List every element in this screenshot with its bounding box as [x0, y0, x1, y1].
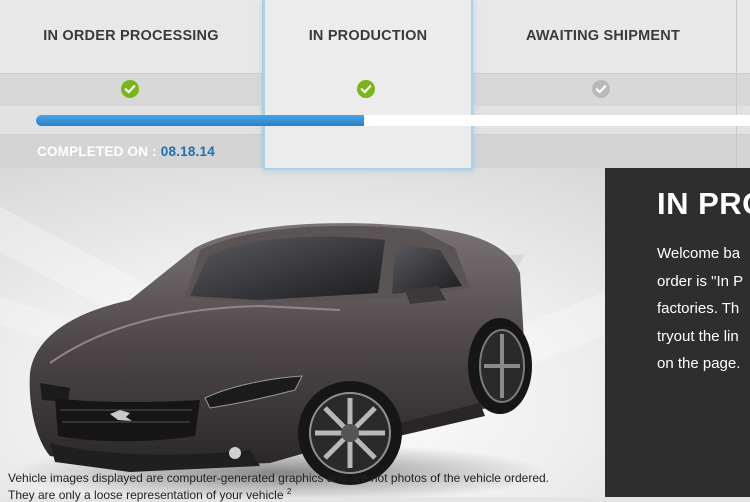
step-next-partial: [737, 0, 750, 168]
order-status-tracker: IN ORDER PROCESSING IN PRODUCTION AWAITI…: [0, 0, 750, 170]
step-label: IN ORDER PROCESSING: [43, 28, 219, 44]
vehicle-image-disclaimer: Vehicle images displayed are computer-ge…: [8, 471, 608, 502]
vehicle-image: [10, 223, 550, 497]
progress-bar-fill: [36, 115, 364, 126]
check-circle-gray-icon: [592, 80, 610, 98]
panel-line: on the page.: [657, 355, 741, 372]
completed-on: COMPLETED ON : 08.18.14: [37, 144, 215, 159]
panel-line: Welcome ba: [657, 245, 741, 262]
check-circle-icon: [357, 80, 375, 98]
check-circle-icon: [121, 80, 139, 98]
completed-date: 08.18.14: [160, 144, 215, 159]
panel-description: Welcome ba order is "In P factories. Th …: [657, 240, 750, 378]
step-label: AWAITING SHIPMENT: [525, 28, 681, 44]
footnote-marker: 2: [286, 487, 292, 496]
panel-line: factories. Th: [657, 300, 740, 317]
status-info-panel: IN PRO Welcome ba order is "In P factori…: [605, 168, 750, 497]
panel-line: order is "In P: [657, 272, 744, 290]
completed-label: COMPLETED ON :: [37, 144, 157, 159]
panel-title: IN PRO: [657, 186, 750, 221]
progress-bar: [36, 115, 750, 126]
panel-line: tryout the lin: [657, 327, 739, 345]
disclaimer-text: They are only a loose representation of …: [8, 488, 284, 502]
disclaimer-line: Vehicle images displayed are computer-ge…: [8, 471, 550, 485]
disclaimer-line: They are only a loose representation of …: [8, 485, 608, 502]
step-label: IN PRODUCTION: [308, 28, 428, 44]
